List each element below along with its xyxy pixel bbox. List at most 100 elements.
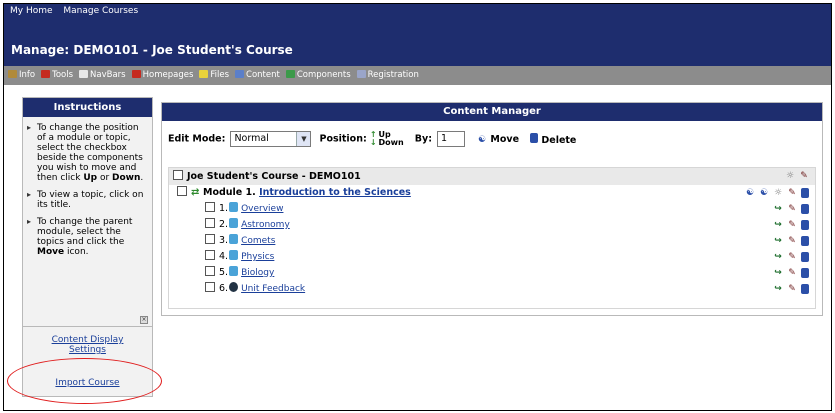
move-arrow-icon[interactable]: ↪ [773,236,783,246]
trash-icon[interactable] [801,252,809,262]
content-icon [235,70,245,78]
page-icon [229,250,239,260]
course-actions: ☼ ✎ [785,168,809,184]
course-row: Joe Student's Course - DEMO101 ☼ ✎ [169,168,815,185]
topic-actions: ↪ ✎ [773,201,809,217]
visibility-icon[interactable]: ☼ [785,171,795,181]
toolbar-item-registration[interactable]: Registration [356,66,419,85]
nav-manage-courses[interactable]: Manage Courses [63,6,138,16]
move-icon: ☯ [478,134,487,145]
topic-title-link[interactable]: Comets [241,236,275,246]
instructions-list: To change the position of a module or to… [23,123,152,257]
edit-icon[interactable]: ✎ [787,236,797,246]
trash-icon [530,132,539,143]
page-icon [229,266,239,276]
sidebar-heading: Instructions [23,98,152,117]
topic-checkbox[interactable] [205,250,215,260]
down-arrow-icon[interactable]: ↓ [370,138,377,147]
module-icon: ⇄ [191,187,200,198]
trash-icon[interactable] [801,284,809,294]
module-checkbox[interactable] [177,186,187,196]
topic-title-link[interactable]: Overview [241,204,283,214]
by-input[interactable]: 1 [437,131,466,147]
add-module-icon[interactable]: ☯ [745,188,755,198]
topic-title-link[interactable]: Astronomy [241,220,290,230]
move-arrow-icon[interactable]: ↪ [773,252,783,262]
edit-icon[interactable]: ✎ [787,252,797,262]
edit-toolbar: Edit Mode: Normal ▼ Position: ↑ Up ↓ Down By… [162,121,822,161]
visibility-icon[interactable]: ☼ [773,188,783,198]
toolbar-item-homepages[interactable]: Homepages [131,66,193,85]
topic-checkbox[interactable] [205,266,215,276]
module-title-link[interactable]: Introduction to the Sciences [259,187,411,198]
edit-icon[interactable]: ✎ [787,284,797,294]
position-up-down[interactable]: ↑ Up ↓ Down [370,131,404,147]
topic-actions: ↪ ✎ [773,281,809,297]
toolbar-item-info[interactable]: Info [8,66,35,85]
trash-icon[interactable] [801,204,809,214]
content-manager-panel: Content Manager Edit Mode: Normal ▼ Posit… [161,102,823,316]
move-arrow-icon[interactable]: ↪ [773,204,783,214]
homepages-icon [131,70,141,78]
edit-mode-label: Edit Mode: [168,133,226,145]
edit-icon[interactable]: ✎ [799,171,809,181]
navbars-icon [79,70,89,78]
trash-icon[interactable] [801,236,809,246]
content-display-settings-link[interactable]: Content Display Settings [23,335,152,355]
topic-number: 2. [219,219,229,230]
registration-icon [356,70,366,78]
delete-button[interactable]: Delete [530,132,576,146]
instruction-tip: To change the parent module, select the … [27,217,146,257]
topic-checkbox[interactable] [205,218,215,228]
topic-row: 6. Unit Feedback ↪ ✎ [169,281,815,297]
sidebar-divider [23,326,152,327]
chevron-down-icon: ▼ [296,132,311,146]
tools-icon [41,70,51,78]
survey-icon [229,282,239,292]
module-number: Module 1. [203,187,256,198]
by-label: By: [414,133,433,145]
close-icon[interactable]: × [140,316,148,324]
add-topic-icon[interactable]: ☯ [759,188,769,198]
topic-checkbox[interactable] [205,282,215,292]
topic-checkbox[interactable] [205,234,215,244]
nav-my-home[interactable]: My Home [10,6,53,16]
move-arrow-icon[interactable]: ↪ [773,284,783,294]
instructions-sidebar: Instructions To change the position of a… [22,97,153,397]
move-arrow-icon[interactable]: ↪ [773,268,783,278]
trash-icon[interactable] [801,220,809,230]
page-icon [229,202,239,212]
trash-icon[interactable] [801,188,809,198]
topic-row: 2. Astronomy ↪ ✎ [169,217,815,233]
toolbar-item-files[interactable]: Files [199,66,229,85]
topic-row: 3. Comets ↪ ✎ [169,233,815,249]
edit-icon[interactable]: ✎ [787,268,797,278]
toolbar-item-content[interactable]: Content [235,66,280,85]
tool-toolbar: Info Tools NavBars Homepages Files Content Com… [4,66,831,85]
content-tree: Joe Student's Course - DEMO101 ☼ ✎ ⇄ Modu… [168,167,816,309]
page-icon [229,234,239,244]
topic-title-link[interactable]: Biology [241,268,274,278]
trash-icon[interactable] [801,268,809,278]
move-arrow-icon[interactable]: ↪ [773,220,783,230]
topic-number: 1. [219,203,229,214]
course-checkbox[interactable] [173,170,183,180]
edit-icon[interactable]: ✎ [787,220,797,230]
edit-icon[interactable]: ✎ [787,204,797,214]
toolbar-item-navbars[interactable]: NavBars [79,66,126,85]
highlight-callout [7,358,162,404]
components-icon [285,70,295,78]
topic-title-link[interactable]: Unit Feedback [241,284,305,294]
topic-checkbox[interactable] [205,202,215,212]
edit-mode-select[interactable]: Normal ▼ [230,131,312,147]
top-nav: My Home Manage Courses [4,4,831,18]
move-button[interactable]: ☯ Move [477,134,519,145]
toolbar-item-tools[interactable]: Tools [41,66,73,85]
topic-number: 5. [219,267,229,278]
edit-icon[interactable]: ✎ [787,188,797,198]
topic-title-link[interactable]: Physics [241,252,274,262]
topic-number: 4. [219,251,229,262]
topic-actions: ↪ ✎ [773,265,809,281]
module-row: ⇄ Module 1. Introduction to the Sciences … [169,185,815,201]
toolbar-item-components[interactable]: Components [285,66,351,85]
